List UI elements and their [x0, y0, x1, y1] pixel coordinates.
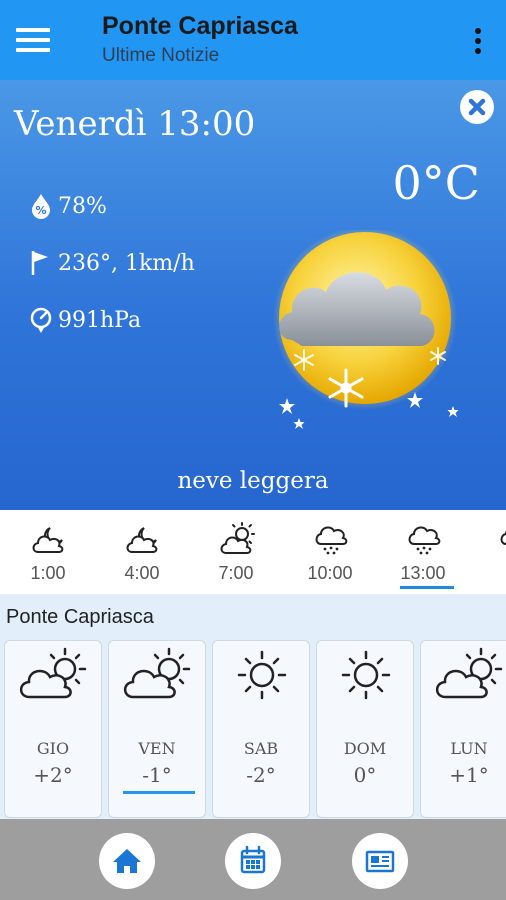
hourly-time: 13:00 [400, 563, 446, 583]
cloudy-night-icon [126, 527, 158, 553]
day-temperature: -2° [246, 763, 276, 787]
selected-hour-indicator [400, 586, 454, 589]
daily-forecast: Ponte Capriasca GIO +2° VEN -1° SAB -2° … [0, 594, 506, 819]
close-icon[interactable] [460, 90, 494, 124]
svg-text:%: % [35, 204, 46, 217]
humidity-row: % 78% [28, 192, 107, 220]
day-card[interactable]: SAB -2° [212, 640, 310, 818]
wind-row: 236°, 1km/h [28, 249, 195, 277]
day-name: DOM [343, 739, 387, 758]
sun-icon [237, 650, 287, 700]
humidity-value: 78% [58, 193, 107, 219]
app-bar-titles: Ponte Capriasca Ultime Notizie [102, 12, 298, 67]
page-subtitle: Ultime Notizie [102, 45, 220, 66]
humidity-drop-icon: % [28, 192, 54, 220]
partly-sunny-icon [220, 522, 255, 554]
snow-cloud-icon [315, 526, 348, 555]
day-name: LUN [450, 739, 488, 758]
hourly-time: 4:00 [124, 563, 160, 583]
hamburger-menu-icon[interactable] [14, 24, 52, 56]
day-card[interactable]: GIO +2° [4, 640, 102, 818]
weather-description: neve leggera [177, 468, 329, 494]
day-card[interactable]: DOM 0° [316, 640, 414, 818]
cloudy-night-icon [32, 527, 64, 553]
day-name: GIO [36, 739, 70, 758]
day-temperature: 0° [353, 763, 377, 787]
hourly-time: 16 [468, 563, 506, 584]
day-card-selected[interactable]: VEN -1° [108, 640, 206, 818]
news-button[interactable] [352, 833, 408, 889]
home-button[interactable] [99, 833, 155, 889]
bottom-nav-bar [0, 819, 506, 900]
pressure-value: 991hPa [58, 307, 142, 333]
more-vert-icon[interactable] [466, 26, 490, 56]
day-temperature: -1° [142, 763, 172, 787]
hourly-item[interactable]: 1:00 [1, 510, 95, 594]
current-day-time: Venerdì 13:00 [14, 104, 256, 144]
snow-cloud-icon [408, 526, 441, 555]
day-name: SAB [243, 739, 279, 758]
pressure-gauge-icon [28, 306, 54, 334]
partly-cloudy-icon [19, 647, 87, 699]
home-icon [113, 849, 141, 873]
newspaper-icon [365, 850, 395, 873]
day-temperature: +1° [449, 763, 489, 787]
calendar-icon [240, 845, 266, 874]
app-bar: Ponte Capriasca Ultime Notizie [0, 0, 506, 80]
light-snow-icon [262, 226, 472, 430]
current-temperature: 0°C [392, 156, 480, 210]
hourly-time: 1:00 [30, 563, 66, 583]
cloud-icon [500, 530, 506, 545]
day-temperature: +2° [33, 763, 73, 787]
calendar-button[interactable] [225, 833, 281, 889]
hourly-item[interactable]: 4:00 [95, 510, 189, 594]
current-weather-panel: Venerdì 13:00 0°C % 78% 236°, 1km/h 991h… [0, 80, 506, 510]
partly-cloudy-icon [435, 647, 503, 699]
hourly-item[interactable]: 7:00 [189, 510, 283, 594]
hourly-item[interactable]: 10:00 [283, 510, 377, 594]
daily-location-label: Ponte Capriasca [6, 606, 154, 628]
hourly-time: 10:00 [307, 563, 353, 583]
day-name: VEN [138, 739, 176, 758]
day-card[interactable]: LUN +1° [420, 640, 506, 818]
sun-icon [341, 650, 391, 700]
hourly-item-selected[interactable]: 13:00 [376, 510, 470, 594]
hourly-forecast: 1:00 4:00 7:00 10:00 13:00 [0, 510, 506, 594]
wind-flag-icon [28, 249, 54, 277]
partly-cloudy-icon [123, 647, 191, 699]
wind-value: 236°, 1km/h [58, 250, 195, 276]
pressure-row: 991hPa [28, 306, 141, 334]
selected-day-indicator [123, 791, 195, 794]
hourly-time: 7:00 [218, 563, 254, 583]
hourly-item[interactable]: 16 [468, 510, 506, 594]
page-title: Ponte Capriasca [102, 12, 298, 40]
